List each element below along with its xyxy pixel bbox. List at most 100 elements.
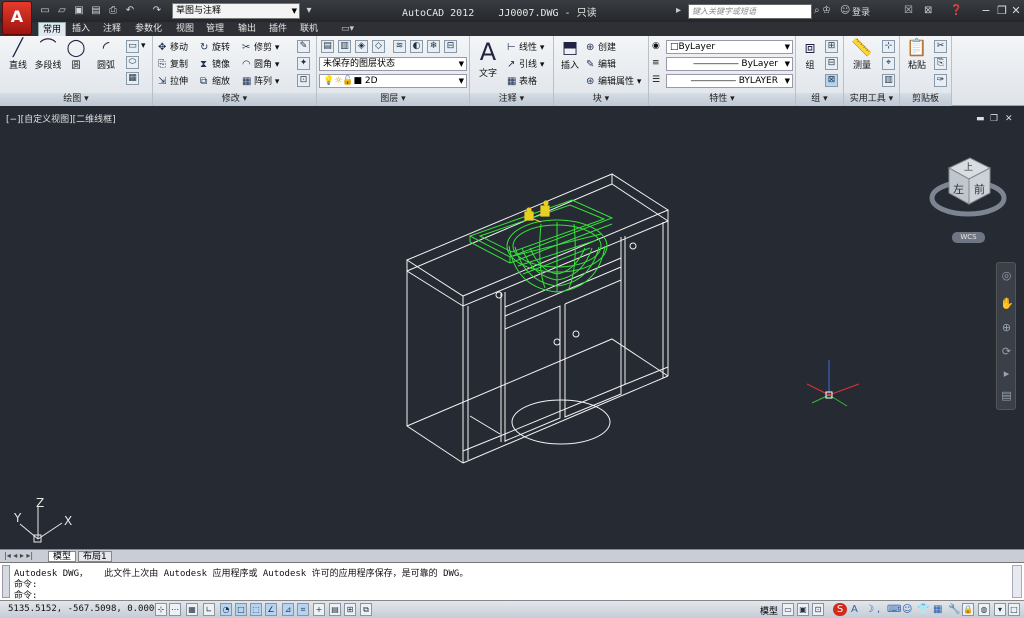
color-wheel-icon[interactable]: ◉ [652, 40, 660, 53]
group-edit-icon[interactable]: ⊟ [825, 57, 838, 70]
save-icon[interactable]: ▣ [72, 4, 86, 17]
trim-button[interactable]: ✂ 修剪 ▾ [242, 41, 279, 54]
tab-insert[interactable]: 插入 [72, 22, 90, 36]
groups-panel-title[interactable]: 组 ▾ [796, 93, 843, 106]
undo-icon[interactable]: ↶ [123, 4, 137, 17]
login-link[interactable]: 登录 [852, 5, 870, 18]
application-menu-button[interactable]: A [2, 1, 32, 35]
layer-lock-icon[interactable]: ⊟ [444, 40, 457, 53]
save-as-icon[interactable]: ▤ [89, 4, 103, 17]
new-file-icon[interactable]: ▭ [38, 4, 52, 17]
quick-view-layouts-icon[interactable]: ▭ [782, 603, 794, 616]
tab-model[interactable]: 模型 [48, 551, 77, 562]
rectangle-icon[interactable]: ▭ [126, 40, 139, 53]
exchange-icon[interactable]: ☒ [904, 4, 913, 17]
leader-button[interactable]: ↗ 引线 ▾ [507, 58, 544, 71]
subscription-icon[interactable]: ♔ [822, 4, 831, 17]
open-file-icon[interactable]: ▱ [55, 4, 69, 17]
viewcube-top-label[interactable]: 上 [964, 160, 973, 173]
emoji-icon[interactable]: ☺ [902, 603, 912, 616]
annotation-visibility-icon[interactable]: A [851, 603, 858, 616]
tab-output[interactable]: 输出 [238, 22, 256, 36]
layer-iso-icon[interactable]: ◈ [355, 40, 368, 53]
stretch-button[interactable]: ⇲ 拉伸 [158, 75, 188, 88]
command-scrollbar[interactable] [1012, 565, 1022, 598]
create-block-button[interactable]: ⊕ 创建 [586, 41, 616, 54]
viewcube-left-label[interactable]: 左 [953, 181, 964, 197]
clipboard-panel-title[interactable]: 剪贴板 [900, 93, 951, 106]
lineweight-toggle-icon[interactable]: + [313, 603, 325, 616]
infocenter-expand-icon[interactable]: ▸ [676, 4, 681, 17]
arc-button[interactable]: ◜ 圆弧 [94, 38, 118, 71]
tab-view[interactable]: 视图 [176, 22, 194, 36]
layer-freeze-icon[interactable]: ❄ [427, 40, 440, 53]
infer-constraints-icon[interactable]: ⊹ [155, 603, 167, 616]
hatch-icon[interactable]: ▦ [126, 72, 139, 85]
array-button[interactable]: ▦ 阵列 ▾ [242, 75, 279, 88]
ucs-dynamic-icon[interactable]: ⊿ [282, 603, 294, 616]
user-icon[interactable]: ☺ [840, 4, 850, 17]
scale-button[interactable]: ⧉ 缩放 [200, 75, 230, 88]
circle-button[interactable]: ◯ 圆 [64, 38, 88, 71]
qat-customize-icon[interactable]: ▾ [302, 4, 316, 17]
ellipse-icon[interactable]: ⬭ [126, 56, 139, 69]
color-dropdown[interactable]: □ByLayer ▼ [666, 40, 793, 54]
help-search-input[interactable]: 键入关键字或短语 [688, 4, 812, 19]
moon-icon[interactable]: ☽ [865, 603, 874, 616]
edit-attributes-button[interactable]: ⊛ 编辑属性 ▾ [586, 75, 641, 88]
object-snap-icon[interactable]: □ [235, 603, 247, 616]
otrack-icon[interactable]: ∠ [265, 603, 277, 616]
draw-panel-title[interactable]: 绘图 ▾ [0, 93, 152, 106]
rotate-button[interactable]: ↻ 旋转 [200, 41, 230, 54]
edit-block-button[interactable]: ✎ 编辑 [586, 58, 616, 71]
isolate-objects-icon[interactable]: ◍ [978, 603, 990, 616]
transparency-icon[interactable]: ▤ [329, 603, 341, 616]
linetype-dropdown[interactable]: ――――― ByLayer ▼ [666, 57, 793, 71]
layer-dropdown[interactable]: 💡☼🔓■ 2D ▼ [319, 74, 467, 88]
group-button[interactable]: ⧈ 组 [798, 38, 822, 71]
copy-clip-icon[interactable]: ⎘ [934, 57, 947, 70]
calculator-icon[interactable]: ▥ [882, 74, 895, 87]
showmotion-icon[interactable]: ▸ [1000, 367, 1013, 381]
status-menu-icon[interactable]: ▾ [994, 603, 1006, 616]
quick-properties-icon[interactable]: ⊞ [344, 603, 356, 616]
paste-button[interactable]: 📋 粘贴 [902, 38, 932, 71]
close-button[interactable]: ✕ [1008, 3, 1024, 18]
wcs-menu[interactable]: WCS [952, 232, 985, 243]
ungroup-icon[interactable]: ⊞ [825, 40, 838, 53]
fillet-button[interactable]: ◠ 圆角 ▾ [242, 58, 279, 71]
snap-mode-icon[interactable]: ⋯ [169, 603, 181, 616]
layer-icon[interactable]: ▥ [338, 40, 351, 53]
redo-icon[interactable]: ↷ [150, 4, 164, 17]
erase-icon[interactable]: ✎ [297, 40, 310, 53]
mirror-button[interactable]: ⧗ 镜像 [200, 58, 230, 71]
polar-tracking-icon[interactable]: ◔ [220, 603, 232, 616]
layer-state-dropdown[interactable]: 未保存的图层状态 ▼ [319, 57, 467, 71]
grid-display-icon[interactable]: ▦ [186, 603, 198, 616]
explode-icon[interactable]: ✦ [297, 57, 310, 70]
linetype-icon[interactable]: ≡ [652, 57, 660, 70]
search-icon[interactable]: ⌕ [814, 4, 820, 17]
steering-wheel-icon[interactable]: ◎ [1000, 269, 1013, 283]
workspace-dropdown[interactable]: 草图与注释 ▼ [172, 3, 300, 19]
offset-icon[interactable]: ⊡ [297, 74, 310, 87]
input-method-icon[interactable]: S [833, 603, 847, 616]
viewcube-front-label[interactable]: 前 [974, 181, 985, 197]
utilities-panel-title[interactable]: 实用工具 ▾ [844, 93, 899, 106]
ribbon-display-toggle-icon[interactable]: ▭▾ [341, 22, 354, 36]
tab-home[interactable]: 常用 [38, 22, 67, 36]
orbit-icon[interactable]: ⟳ [1000, 345, 1013, 359]
quick-select-icon[interactable]: ⊹ [882, 40, 895, 53]
print-icon[interactable]: ⎙ [106, 4, 120, 17]
layer-unisolate-icon[interactable]: ◇ [372, 40, 385, 53]
group-select-icon[interactable]: ⊠ [825, 74, 838, 87]
tab-plugins[interactable]: 插件 [269, 22, 287, 36]
shirt-icon[interactable]: 👕 [917, 603, 929, 616]
grid-apps-icon[interactable]: ▦ [933, 603, 942, 616]
dimension-button[interactable]: ⊢ 线性 ▾ [507, 41, 544, 54]
wrench-icon[interactable]: 🔧 [948, 603, 960, 616]
layer-off-icon[interactable]: ◐ [410, 40, 423, 53]
drawing-viewport[interactable]: [−][自定义视图][二维线框] ▬ ❐ ✕ 上 左 前 WCS Z X Y ◎… [0, 106, 1024, 549]
navbar-menu-icon[interactable]: ▤ [1000, 389, 1013, 403]
x-apps-icon[interactable]: ⊠ [924, 4, 932, 17]
